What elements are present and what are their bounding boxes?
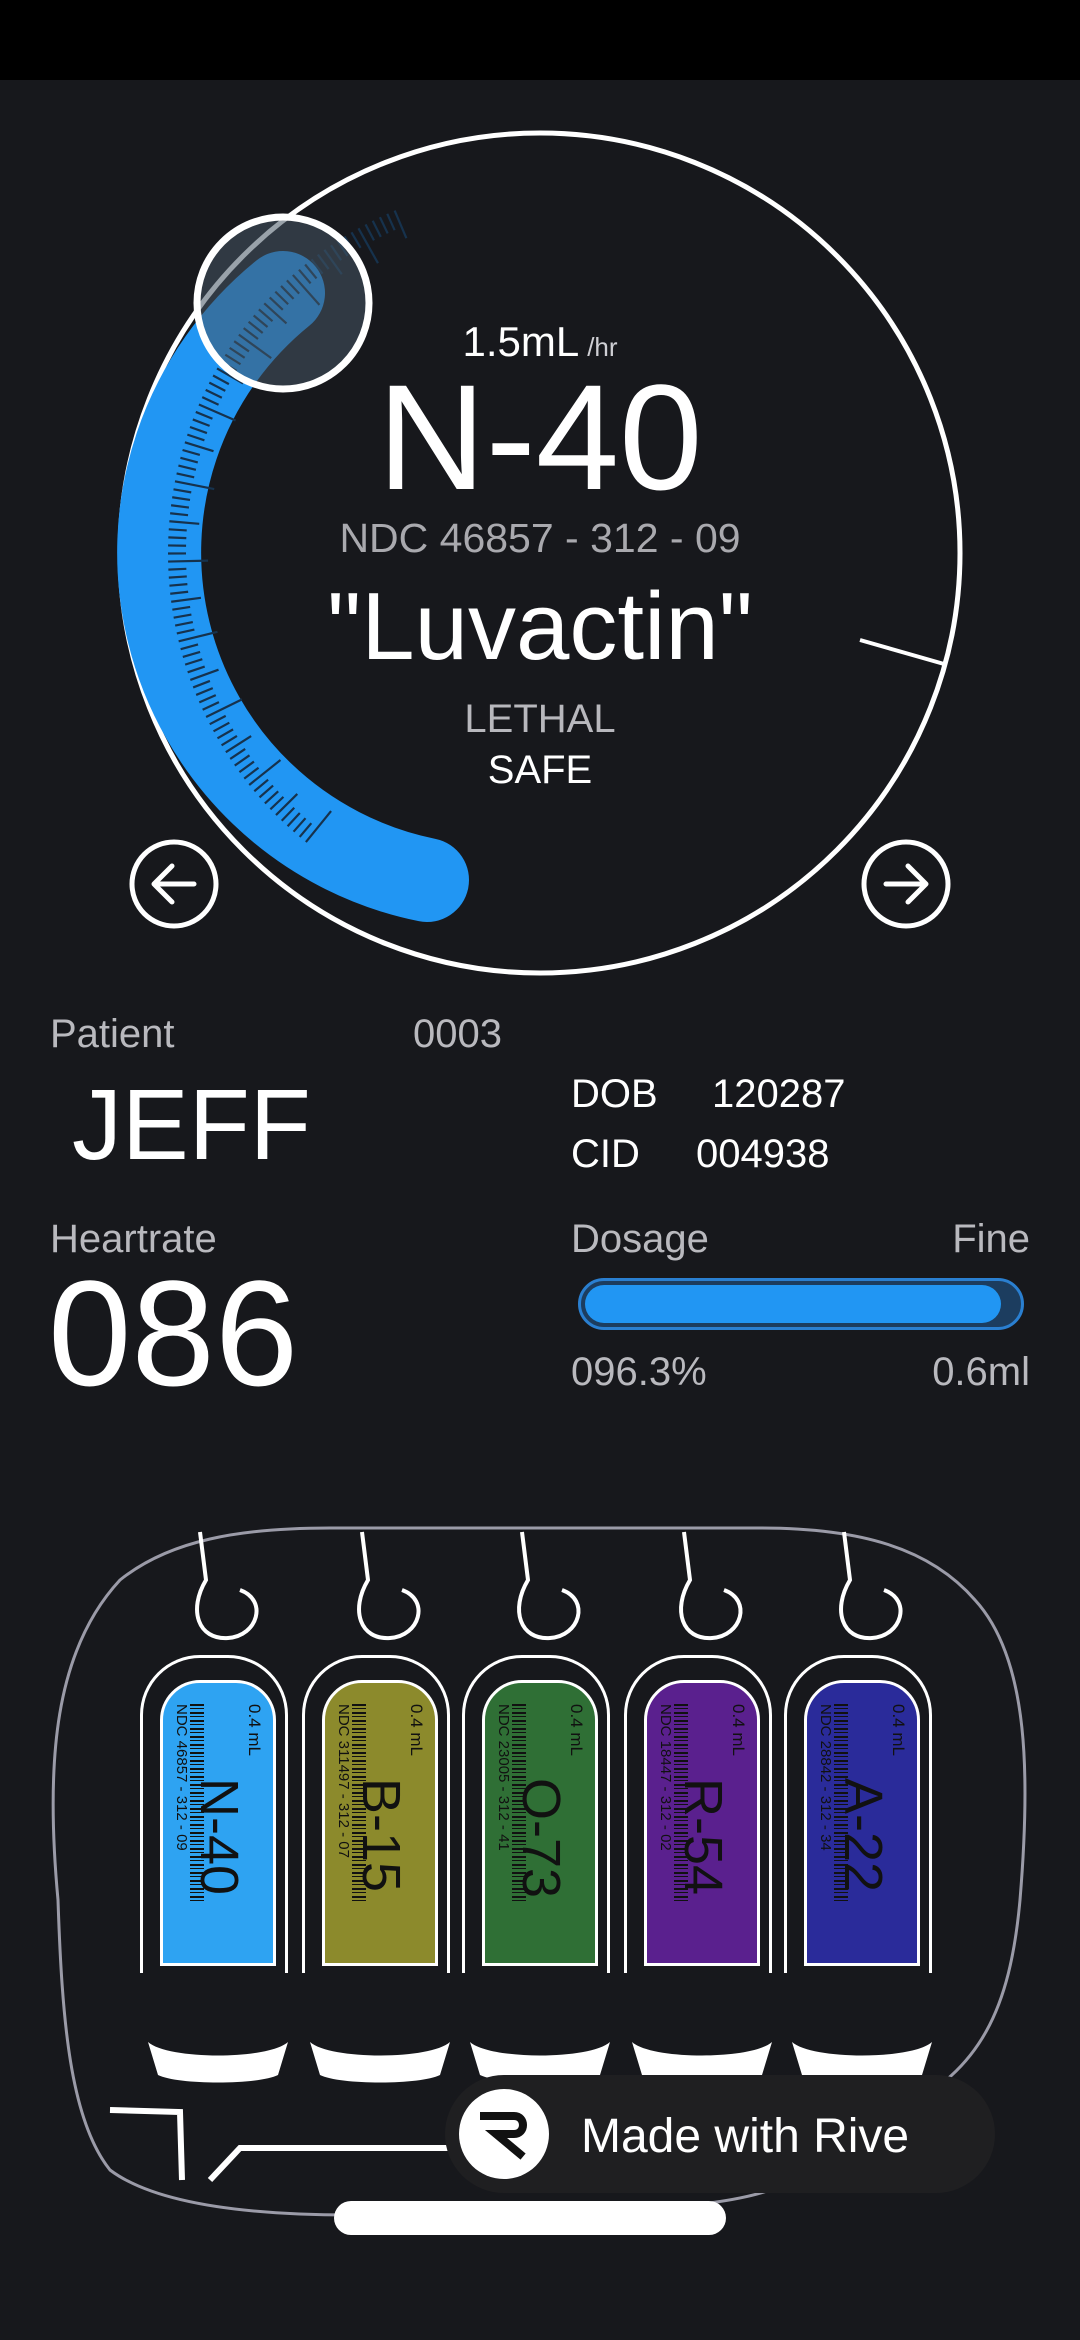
cid-label: CID (571, 1132, 640, 1176)
vial-barcode (674, 1704, 688, 1904)
heartrate-value: 086 (48, 1249, 299, 1417)
vial-ndc: NDC 46857 - 312 - 09 (173, 1704, 190, 1851)
vial-ndc: NDC 311497 - 312 - 07 (335, 1704, 352, 1858)
safe-label: SAFE (487, 748, 593, 792)
next-arrow-button[interactable] (861, 839, 951, 929)
rive-logo-icon (459, 2089, 549, 2179)
vial-hook (679, 1531, 743, 1641)
vial-barcode (512, 1704, 526, 1904)
arrow-right-icon (883, 863, 929, 905)
vial-cup (148, 2042, 288, 2083)
dial-tick (168, 559, 209, 563)
dial-tick (168, 536, 187, 540)
vial-volume: 0.4 mL (407, 1704, 426, 1756)
vial-hook (517, 1531, 581, 1641)
dosage-percent: 096.3% (571, 1350, 707, 1394)
dial-tick (168, 567, 187, 571)
patient-id: 0003 (413, 1012, 502, 1056)
vial-volume: 0.4 mL (729, 1704, 748, 1756)
patient-label: Patient (50, 1012, 175, 1056)
dosage-progress-bar (578, 1278, 1024, 1330)
vial-ndc: NDC 23005 - 312 - 41 (495, 1704, 512, 1851)
dosage-volume: 0.6ml (932, 1350, 1030, 1394)
vial-volume: 0.4 mL (567, 1704, 586, 1756)
dial-tick (168, 575, 187, 579)
vial-card[interactable]: 0.4 mL O-73 NDC 23005 - 312 - 41 (482, 1680, 598, 1966)
dial-tick (350, 231, 362, 249)
tray-bottom-shape (109, 2107, 480, 2183)
vial-barcode (190, 1704, 204, 1904)
dial-knob (193, 213, 373, 393)
vial-hook (195, 1531, 259, 1641)
vial-barcode (352, 1704, 366, 1904)
dosage-level-label: Fine (952, 1217, 1030, 1261)
vial-card[interactable]: 0.4 mL B-15 NDC 311497 - 312 - 07 (322, 1680, 438, 1966)
vial-ndc: NDC 28842 - 312 - 34 (817, 1704, 834, 1851)
vial-hooks (195, 1531, 903, 1641)
vial-barcode (834, 1704, 848, 1904)
arrow-left-icon (151, 863, 197, 905)
drug-code: N-40 (377, 353, 703, 521)
vial-card[interactable]: 0.4 mL A-22 NDC 28842 - 312 - 34 (804, 1680, 920, 1966)
vial-volume: 0.4 mL (245, 1704, 264, 1756)
cid-value: 004938 (696, 1132, 830, 1176)
dial-tick (168, 528, 187, 532)
home-indicator[interactable] (334, 2201, 726, 2235)
patient-name: JEFF (72, 1069, 311, 1181)
vial-ndc: NDC 18447 - 312 - 02 (657, 1704, 674, 1851)
lethal-label: LETHAL (464, 697, 616, 741)
dial-tick (378, 216, 389, 234)
vial-hook (839, 1531, 903, 1641)
dosage-label: Dosage (571, 1217, 709, 1261)
dial-tick (386, 213, 396, 231)
made-with-rive-badge[interactable]: Made with Rive (445, 2075, 995, 2193)
rive-badge-text: Made with Rive (581, 2110, 910, 2163)
vial-cup (310, 2042, 450, 2083)
vial-card[interactable]: 0.4 mL R-54 NDC 18447 - 312 - 02 (644, 1680, 760, 1966)
vial-hook (357, 1531, 421, 1641)
dosage-progress-fill (585, 1285, 1001, 1323)
vial-volume: 0.4 mL (889, 1704, 908, 1756)
dob-value: 120287 (712, 1072, 846, 1116)
vial-card[interactable]: 0.4 mL N-40 NDC 46857 - 312 - 09 (160, 1680, 276, 1966)
dob-label: DOB (571, 1072, 658, 1116)
prev-arrow-button[interactable] (129, 839, 219, 929)
dial-tick (364, 223, 375, 241)
drug-ndc: NDC 46857 - 312 - 09 (339, 515, 741, 561)
dial-tick (371, 220, 382, 238)
dial-tick (357, 227, 379, 264)
dial-needle (859, 638, 945, 666)
drug-name: "Luvactin" (327, 573, 753, 680)
dial-tick (393, 210, 408, 239)
